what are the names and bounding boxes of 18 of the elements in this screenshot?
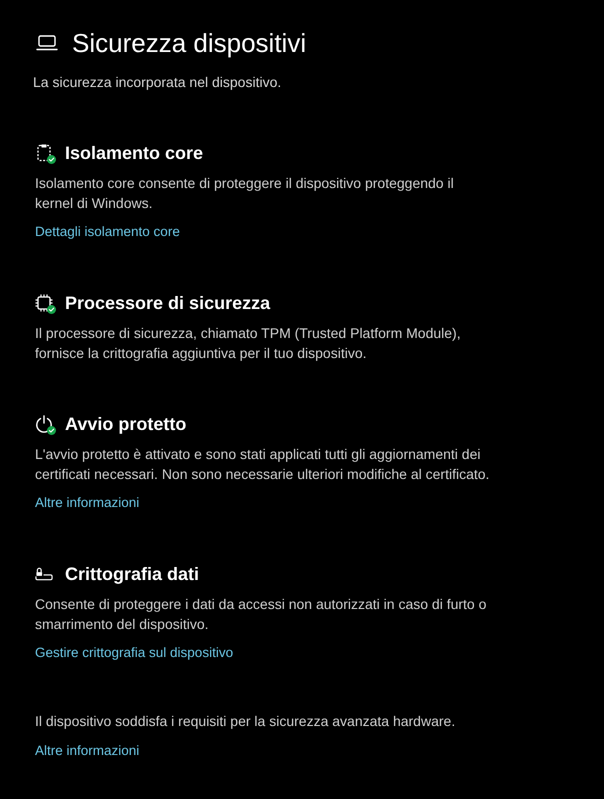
section-heading: Isolamento core <box>65 142 204 165</box>
section-heading: Avvio protetto <box>65 413 186 436</box>
section-description: L'avvio protetto è attivato e sono stati applicati tutti gli aggiornamenti dei certificati necessari. Non sono necessarie ulteriori modifiche al certificato. <box>35 445 490 484</box>
page-title: Sicurezza dispositivi <box>72 27 306 60</box>
section-link[interactable]: Dettagli isolamento core <box>35 222 180 242</box>
page-subtitle: La sicurezza incorporata nel dispositivo. <box>33 73 282 92</box>
power-icon <box>35 415 53 433</box>
section-heading: Processore di sicurezza <box>65 292 270 315</box>
footer-text: Il dispositivo soddisfa i requisiti per la sicurezza avanzata hardware. <box>35 712 456 731</box>
section-description: Il processore di sicurezza, chiamato TPM (Trusted Platform Module), fornisce la crittografia aggiuntiva per il tuo dispositivo. <box>35 324 461 363</box>
section-heading: Crittografia dati <box>65 563 200 586</box>
section-link[interactable]: Gestire crittografia sul dispositivo <box>35 643 234 663</box>
dashed-chip-icon <box>37 144 51 162</box>
section-description: Consente di proteggere i dati da accessi non autorizzati in caso di furto o smarrimento del dispositivo. <box>35 595 486 634</box>
section-description: Isolamento core consente di proteggere il dispositivo proteggendo il kernel di Windows. <box>35 174 454 212</box>
footer-link[interactable]: Altre informazioni <box>35 741 140 761</box>
section-link[interactable]: Altre informazioni <box>35 493 140 513</box>
laptop-icon <box>36 35 58 51</box>
